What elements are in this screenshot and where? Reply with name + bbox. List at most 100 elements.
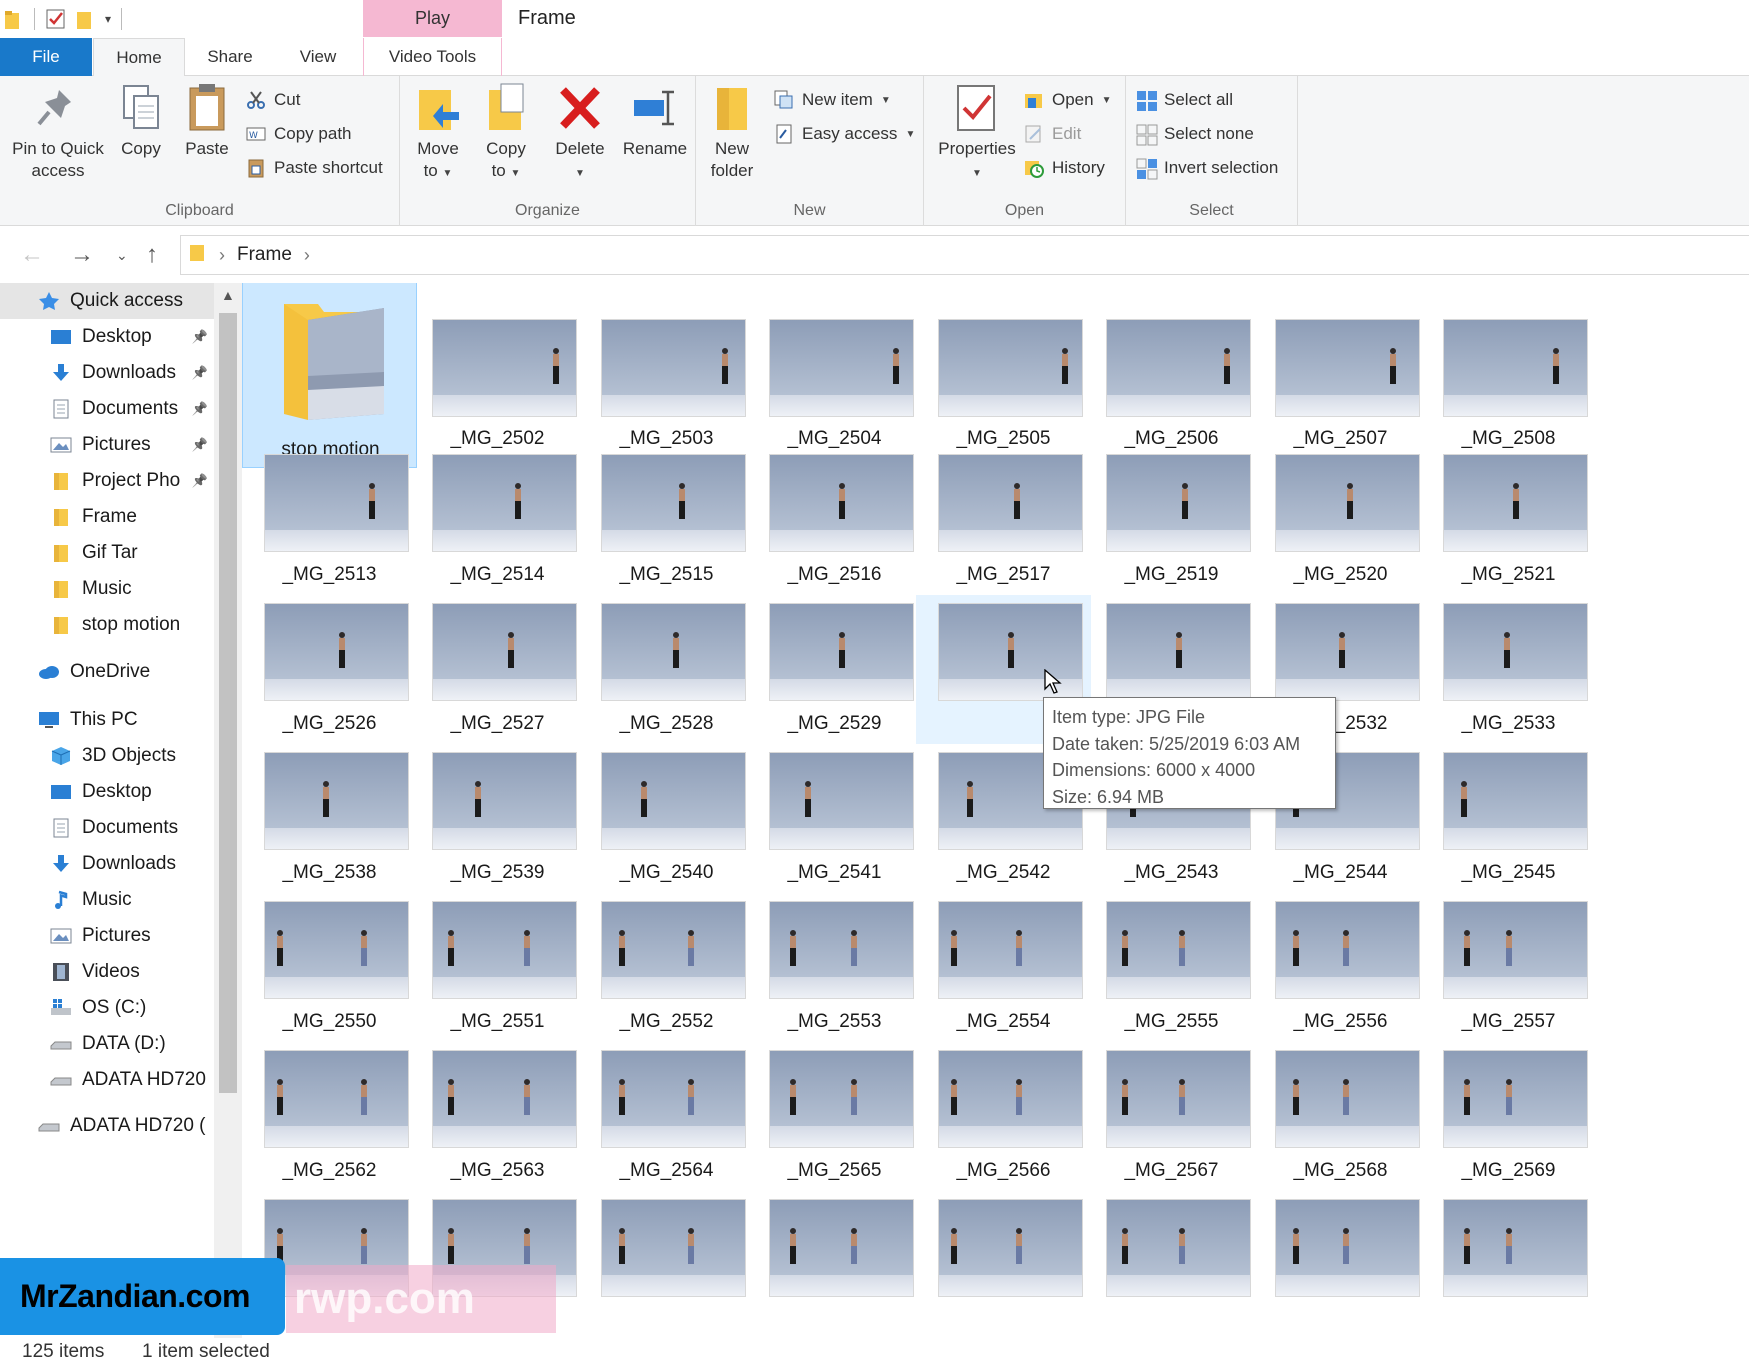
photo-tile[interactable]: _MG_2556	[1253, 893, 1428, 1042]
photo-tile[interactable]: _MG_2566	[916, 1042, 1091, 1191]
photo-tile[interactable]: _MG_2545	[1421, 744, 1596, 893]
breadcrumb-frame[interactable]: Frame	[237, 244, 292, 266]
invert-selection-button[interactable]: Invert selection	[1136, 154, 1278, 182]
photo-tile[interactable]: _MG_2553	[747, 893, 922, 1042]
nav-item-desktop[interactable]: Desktop 📌	[0, 319, 214, 355]
photo-tile[interactable]: _MG_2515	[579, 446, 754, 595]
nav-item-downloads[interactable]: Downloads 📌	[0, 355, 214, 391]
nav-item-documents[interactable]: Documents	[0, 810, 214, 846]
photo-tile[interactable]: _MG_2568	[1253, 1042, 1428, 1191]
photo-tile[interactable]: _MG_2533	[1421, 595, 1596, 744]
photo-tile[interactable]: _MG_2521	[1421, 446, 1596, 595]
nav-item-documents[interactable]: Documents 📌	[0, 391, 214, 427]
photo-tile[interactable]: _MG_2551	[410, 893, 585, 1042]
new-folder-icon[interactable]	[75, 8, 95, 30]
scrollbar-thumb[interactable]	[219, 313, 237, 1093]
photo-tile[interactable]: _MG_2513	[242, 446, 417, 595]
nav-item-music[interactable]: Music	[0, 882, 214, 918]
tab-video-tools[interactable]: Video Tools	[363, 38, 502, 76]
photo-tile[interactable]	[1421, 1191, 1596, 1338]
recent-locations-chevron-icon[interactable]: ⌄	[116, 247, 128, 264]
nav-item-project-pho[interactable]: Project Pho 📌	[0, 463, 214, 499]
new-folder-button[interactable]: New folder	[702, 80, 762, 182]
nav-item-data-d[interactable]: DATA (D:)	[0, 1026, 214, 1062]
tab-file[interactable]: File	[0, 38, 92, 76]
nav-item-3d-objects[interactable]: 3D Objects	[0, 738, 214, 774]
photo-tile[interactable]: _MG_2508	[1421, 283, 1596, 449]
nav-item-pictures[interactable]: Pictures 📌	[0, 427, 214, 463]
paste-button[interactable]: Paste	[180, 80, 234, 160]
photo-tile[interactable]: _MG_2517	[916, 446, 1091, 595]
history-button[interactable]: History	[1024, 154, 1105, 182]
folder-tile[interactable]: stop motion	[242, 283, 417, 468]
address-box[interactable]: › Frame ›	[180, 235, 1749, 275]
photo-tile[interactable]: _MG_2565	[747, 1042, 922, 1191]
easy-access-button[interactable]: Easy access ▼	[774, 120, 915, 148]
copy-button[interactable]: Copy	[114, 80, 168, 160]
photo-tile[interactable]: _MG_2541	[747, 744, 922, 893]
paste-shortcut-button[interactable]: Paste shortcut	[246, 154, 383, 182]
photo-tile[interactable]: _MG_2567	[1084, 1042, 1259, 1191]
photo-tile[interactable]: _MG_2527	[410, 595, 585, 744]
photo-tile[interactable]: _MG_2502	[410, 283, 585, 449]
select-all-button[interactable]: Select all	[1136, 86, 1233, 114]
photo-tile[interactable]: _MG_2516	[747, 446, 922, 595]
nav-item-frame[interactable]: Frame	[0, 499, 214, 535]
properties-button[interactable]: Properties ▼	[932, 80, 1022, 185]
photo-tile[interactable]: _MG_2550	[242, 893, 417, 1042]
nav-item-adata-hd720[interactable]: ADATA HD720	[0, 1062, 214, 1098]
tab-home[interactable]: Home	[93, 38, 185, 77]
nav-item-quick-access[interactable]: Quick access	[0, 283, 214, 319]
nav-item-downloads[interactable]: Downloads	[0, 846, 214, 882]
tab-share[interactable]: Share	[186, 38, 274, 76]
scroll-up-icon[interactable]: ▲	[221, 287, 235, 303]
photo-tile[interactable]	[579, 1191, 754, 1338]
photo-tile[interactable]: _MG_2519	[1084, 446, 1259, 595]
photo-tile[interactable]: _MG_2539	[410, 744, 585, 893]
photo-tile[interactable]: _MG_2514	[410, 446, 585, 595]
photo-tile[interactable]: _MG_2555	[1084, 893, 1259, 1042]
photo-tile[interactable]: _MG_2569	[1421, 1042, 1596, 1191]
back-arrow-icon[interactable]: ←	[20, 241, 44, 269]
photo-tile[interactable]: _MG_2562	[242, 1042, 417, 1191]
select-none-button[interactable]: Select none	[1136, 120, 1254, 148]
edit-button[interactable]: Edit	[1024, 120, 1081, 148]
forward-arrow-icon[interactable]: →	[70, 241, 94, 269]
nav-item-adata-hd720[interactable]: ADATA HD720 (	[0, 1108, 214, 1144]
cut-button[interactable]: Cut	[246, 86, 300, 114]
photo-tile[interactable]: _MG_2503	[579, 283, 754, 449]
photo-tile[interactable]: _MG_2538	[242, 744, 417, 893]
breadcrumb-chevron-icon[interactable]: ›	[219, 245, 225, 266]
open-button[interactable]: Open ▼	[1024, 86, 1112, 114]
up-arrow-icon[interactable]: ↑	[146, 241, 158, 269]
photo-tile[interactable]: _MG_2505	[916, 283, 1091, 449]
nav-item-stop-motion[interactable]: stop motion	[0, 607, 214, 643]
copy-to-button[interactable]: Copy to ▼	[476, 80, 536, 185]
delete-button[interactable]: Delete ▼	[550, 80, 610, 185]
photo-tile[interactable]	[1253, 1191, 1428, 1338]
customize-toolbar-dropdown-icon[interactable]: ▾	[105, 12, 111, 26]
folder-icon[interactable]	[4, 8, 24, 30]
nav-item-onedrive[interactable]: OneDrive	[0, 654, 214, 690]
rename-button[interactable]: Rename	[618, 80, 692, 160]
photo-tile[interactable]: _MG_2552	[579, 893, 754, 1042]
pin-to-quick-access-button[interactable]: Pin to Quick access	[6, 80, 110, 182]
nav-item-videos[interactable]: Videos	[0, 954, 214, 990]
photo-tile[interactable]: _MG_2520	[1253, 446, 1428, 595]
context-tab-play[interactable]: Play	[363, 0, 502, 37]
nav-item-desktop[interactable]: Desktop	[0, 774, 214, 810]
photo-tile[interactable]: _MG_2529	[747, 595, 922, 744]
nav-scrollbar[interactable]: ▲	[214, 283, 242, 1358]
photo-tile[interactable]: _MG_2507	[1253, 283, 1428, 449]
nav-item-pictures[interactable]: Pictures	[0, 918, 214, 954]
photo-tile[interactable]	[916, 1191, 1091, 1338]
photo-tile[interactable]: _MG_2540	[579, 744, 754, 893]
nav-item-music[interactable]: Music	[0, 571, 214, 607]
properties-check-icon[interactable]	[45, 8, 65, 30]
photo-tile[interactable]: _MG_2526	[242, 595, 417, 744]
breadcrumb-chevron-icon[interactable]: ›	[304, 245, 310, 266]
photo-tile[interactable]: _MG_2504	[747, 283, 922, 449]
nav-item-this-pc[interactable]: This PC	[0, 702, 214, 738]
nav-item-os-c[interactable]: OS (C:)	[0, 990, 214, 1026]
photo-tile[interactable]	[1084, 1191, 1259, 1338]
